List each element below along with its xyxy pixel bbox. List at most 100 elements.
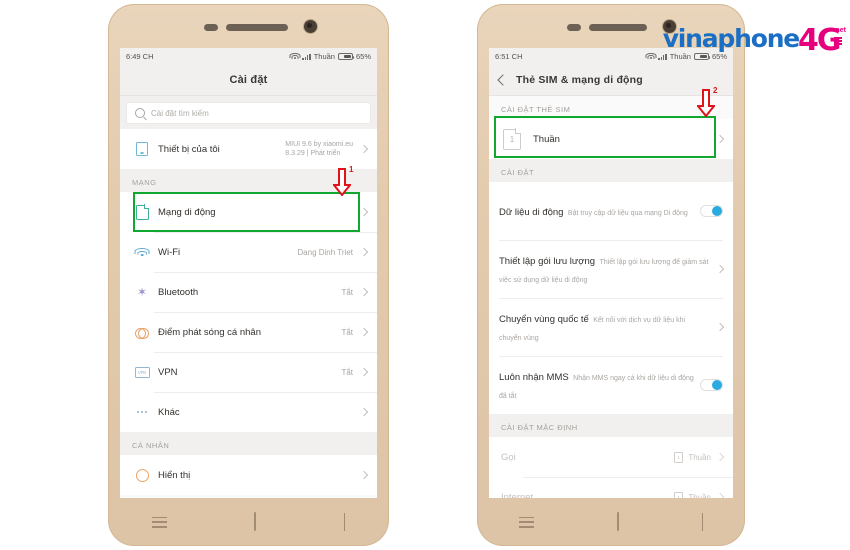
row-my-device[interactable]: Thiết bị của tôi MIUI 9.6 by xiaomi.eu 8… (120, 129, 377, 169)
status-bar-left: 6:49 CH Thuần 65% (120, 48, 377, 65)
vinaphone-logo: vinaphone 4 G .net (663, 26, 846, 56)
sim-slot-number: 1 (503, 128, 522, 150)
home-icon[interactable] (254, 512, 257, 531)
default-group: Gọi 1 Thuần Internet 1 Thuần (489, 437, 733, 498)
nav-bar-left (108, 498, 389, 546)
row-mobile-network[interactable]: Mạng di động (120, 192, 377, 232)
row-value: MIUI 9.6 by xiaomi.eu 8.3.29 | Phát triể… (285, 140, 359, 158)
hotspot-icon (130, 327, 154, 339)
row-title: Dữ liệu di động (499, 207, 564, 218)
logo-text-4: 4 (798, 23, 819, 58)
chevron-right-icon (715, 134, 725, 144)
phone-left-top-bezel (108, 4, 389, 48)
logo-text-vinaphone: vinaphone (662, 24, 801, 53)
row-wifi[interactable]: Wi-Fi Dang Dinh Triet (120, 232, 377, 272)
row-data-plan[interactable]: Thiết lập gói lưu lượng Thiết lập gói lư… (489, 240, 733, 298)
row-label: Bluetooth (158, 286, 199, 298)
search-icon (135, 108, 145, 118)
front-camera (304, 20, 317, 33)
back-icon[interactable] (702, 513, 704, 531)
annotation-arrow-2: 2 (697, 86, 718, 117)
row-display[interactable]: Hiển thị (120, 455, 377, 495)
row-label: Wi-Fi (158, 246, 181, 258)
toggle-mobile-data[interactable] (700, 205, 723, 217)
proximity-sensor (567, 24, 581, 31)
phone-left-screen: 6:49 CH Thuần 65% Cài đặt Cài đặt tìm ki… (120, 48, 377, 498)
network-group: Mạng di động Wi-Fi Dang Dinh Triet Bluet… (120, 192, 377, 432)
annotation-number-1: 1 (349, 165, 354, 174)
annotation-arrow-1: 1 (333, 165, 354, 196)
logo-text-net: .net (833, 27, 846, 34)
chevron-right-icon (359, 247, 369, 257)
chevron-right-icon (715, 452, 725, 462)
signal-bars-icon (302, 53, 311, 60)
row-other[interactable]: Khác (120, 392, 377, 432)
annotation-number-2: 2 (713, 86, 718, 95)
wifi-icon (289, 53, 301, 60)
device-value-line2: 8.3.29 | Phát triển (285, 150, 341, 157)
chevron-right-icon (715, 264, 725, 274)
row-value: Thuần (688, 452, 711, 462)
row-label: VPN (158, 366, 178, 378)
phone-right: 6:51 CH Thuần 65% Thẻ SIM & mạng di động… (477, 4, 745, 546)
row-label: Thuần (533, 133, 560, 145)
row-bluetooth[interactable]: Bluetooth Tắt (120, 272, 377, 312)
sim-card-icon: 1 (499, 128, 525, 150)
chevron-right-icon (359, 367, 369, 377)
row-label: Thiết bị của tôi (158, 143, 220, 155)
search-placeholder: Cài đặt tìm kiếm (151, 108, 209, 118)
row-vpn[interactable]: VPN VPN Tắt (120, 352, 377, 392)
row-mobile-data[interactable]: Dữ liệu di động Bật truy cập dữ liệu qua… (489, 182, 733, 240)
chevron-right-icon (359, 207, 369, 217)
status-time: 6:51 CH (495, 52, 523, 61)
chevron-right-icon (359, 407, 369, 417)
status-time: 6:49 CH (126, 52, 154, 61)
row-value: Tắt (341, 327, 353, 337)
row-always-receive-mms[interactable]: Luôn nhận MMS Nhận MMS ngay cả khi dữ li… (489, 356, 733, 414)
wifi-icon (130, 247, 154, 257)
back-chevron-icon[interactable] (497, 74, 509, 86)
device-group: Thiết bị của tôi MIUI 9.6 by xiaomi.eu 8… (120, 129, 377, 169)
settings-group: Dữ liệu di động Bật truy cập dữ liệu qua… (489, 182, 733, 414)
status-carrier: Thuần (313, 52, 335, 61)
menu-icon[interactable] (518, 516, 534, 528)
chevron-right-icon (359, 470, 369, 480)
bluetooth-icon (130, 286, 154, 298)
row-label: Mạng di động (158, 206, 216, 218)
row-sim-thuan[interactable]: 1 Thuần (489, 119, 733, 159)
settings-list-left: Cài đặt tìm kiếm Thiết bị của tôi MIUI 9… (120, 96, 377, 498)
search-area: Cài đặt tìm kiếm (120, 96, 377, 129)
earpiece-speaker (589, 24, 647, 31)
personal-group: Hiển thị (120, 455, 377, 495)
back-icon[interactable] (344, 513, 346, 531)
toggle-always-receive-mms[interactable] (700, 379, 723, 391)
group-header-settings: CÀI ĐẶT (489, 159, 733, 182)
row-default-call[interactable]: Gọi 1 Thuần (489, 437, 733, 477)
page-title: Thẻ SIM & mạng di động (516, 74, 643, 86)
row-value: Dang Dinh Triet (297, 247, 353, 257)
row-international-roaming[interactable]: Chuyển vùng quốc tế Kết nối với dịch vụ … (489, 298, 733, 356)
device-icon (130, 142, 154, 156)
chevron-right-icon (359, 327, 369, 337)
row-default-internet[interactable]: Internet 1 Thuần (489, 477, 733, 498)
phone-left: 6:49 CH Thuần 65% Cài đặt Cài đặt tìm ki… (108, 4, 389, 546)
proximity-sensor (204, 24, 218, 31)
earpiece-speaker (226, 24, 288, 31)
home-icon[interactable] (616, 512, 619, 531)
chevron-right-icon (359, 144, 369, 154)
row-personal-hotspot[interactable]: Điểm phát sóng cá nhân Tắt (120, 312, 377, 352)
menu-icon[interactable] (151, 516, 167, 528)
row-label: Gọi (501, 451, 516, 463)
row-title: Thiết lập gói lưu lượng (499, 256, 596, 267)
row-value: Tắt (341, 287, 353, 297)
nav-bar-right (477, 498, 745, 546)
display-icon (130, 468, 154, 482)
logo-bars-icon (833, 37, 842, 45)
page-title: Cài đặt (229, 74, 268, 86)
row-label: Khác (158, 406, 180, 418)
row-title: Luôn nhận MMS (499, 372, 569, 383)
sim-badge-icon: 1 (674, 451, 684, 463)
search-input[interactable]: Cài đặt tìm kiếm (127, 103, 370, 123)
sim-group: 1 Thuần (489, 119, 733, 159)
chevron-right-icon (359, 287, 369, 297)
